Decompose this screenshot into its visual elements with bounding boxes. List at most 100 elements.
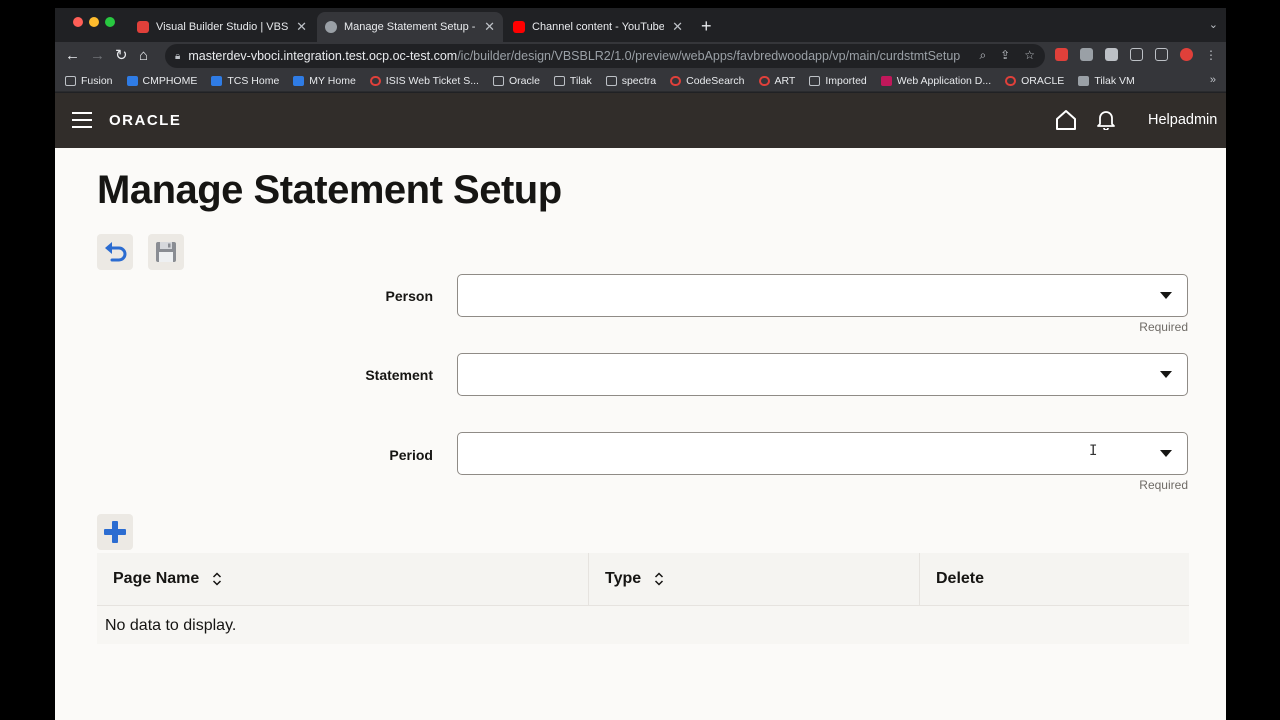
vm-icon xyxy=(1078,75,1090,86)
bookmarks-bar: Fusion CMPHOME TCS Home MY Home ISIS Web… xyxy=(55,70,1226,92)
folder-icon xyxy=(492,75,504,86)
table-empty-message: No data to display. xyxy=(97,606,1189,644)
user-name[interactable]: Helpadmin xyxy=(1148,112,1217,128)
bookmark[interactable]: MY Home xyxy=(293,75,356,87)
confluence-icon xyxy=(293,75,305,86)
period-required-hint: Required xyxy=(1139,478,1188,492)
oracle-icon xyxy=(137,21,149,33)
zoom-icon[interactable]: ⌕ xyxy=(979,48,986,63)
close-icon[interactable]: ✕ xyxy=(672,19,683,35)
person-select[interactable] xyxy=(457,274,1188,317)
youtube-icon xyxy=(513,21,525,33)
bookmark[interactable]: Imported xyxy=(809,75,867,87)
puzzle-icon[interactable] xyxy=(1105,48,1118,61)
star-icon[interactable]: ☆ xyxy=(1024,48,1035,63)
bookmark[interactable]: Tilak VM xyxy=(1078,75,1135,87)
share-icon[interactable]: ⇪ xyxy=(1000,48,1010,63)
lock-icon: 🔒︎ xyxy=(175,50,181,62)
jr-icon xyxy=(880,75,892,86)
sort-icon[interactable] xyxy=(212,572,222,586)
page-content: Manage Statement Setup Person Required S… xyxy=(55,148,1226,720)
chevron-down-icon[interactable] xyxy=(1160,292,1172,299)
cast-icon[interactable] xyxy=(1130,48,1143,61)
side-panel-icon[interactable] xyxy=(1155,48,1168,61)
app-header: ORACLE Helpadmin xyxy=(55,93,1226,148)
tab-strip: Visual Builder Studio | VBSBLR ✕ Manage … xyxy=(55,8,1226,42)
minimize-window-button[interactable] xyxy=(89,17,99,27)
folder-icon xyxy=(553,75,565,86)
sort-icon[interactable] xyxy=(654,572,664,586)
oracle-icon xyxy=(1005,75,1017,86)
bookmark[interactable]: spectra xyxy=(605,75,656,87)
bookmark[interactable]: Fusion xyxy=(65,75,113,87)
browser-tab-active[interactable]: Manage Statement Setup - Ora ✕ xyxy=(317,12,503,42)
bell-icon[interactable] xyxy=(1095,108,1117,130)
bookmark[interactable]: Tilak xyxy=(553,75,592,87)
hamburger-menu-icon[interactable] xyxy=(72,112,92,128)
reload-icon[interactable]: ↻ xyxy=(115,46,128,66)
bookmark[interactable]: CMPHOME xyxy=(126,75,197,87)
save-button[interactable] xyxy=(148,234,184,270)
extension-icon[interactable] xyxy=(1055,48,1068,61)
tab-label: Manage Statement Setup - Ora xyxy=(344,21,476,33)
close-icon[interactable]: ✕ xyxy=(484,19,495,35)
bookmark[interactable]: ISIS Web Ticket S... xyxy=(369,75,479,87)
browser-window: Visual Builder Studio | VBSBLR ✕ Manage … xyxy=(55,8,1226,720)
oracle-icon xyxy=(758,75,770,86)
browser-tab-vbs[interactable]: Visual Builder Studio | VBSBLR ✕ xyxy=(129,12,315,42)
folder-icon xyxy=(65,75,76,86)
browser-tab-youtube[interactable]: Channel content - YouTube Stu ✕ xyxy=(505,12,691,42)
profile-icon[interactable] xyxy=(1180,48,1193,61)
save-icon xyxy=(156,242,176,262)
oracle-icon xyxy=(670,75,682,86)
person-required-hint: Required xyxy=(1139,320,1188,334)
statement-table: Page Name Type Delete No data to display… xyxy=(97,553,1189,644)
forward-icon[interactable]: → xyxy=(90,46,105,66)
undo-button[interactable] xyxy=(97,234,133,270)
maximize-window-button[interactable] xyxy=(105,17,115,27)
address-bar[interactable]: 🔒︎ masterdev-vboci.integration.test.ocp.… xyxy=(165,44,1045,68)
page-title: Manage Statement Setup xyxy=(97,168,562,212)
add-row-button[interactable] xyxy=(97,514,133,550)
more-bookmarks-icon[interactable]: » xyxy=(1210,74,1216,86)
more-menu-icon[interactable]: ⋮ xyxy=(1205,48,1217,62)
statement-label: Statement xyxy=(365,367,433,383)
confluence-icon xyxy=(126,75,138,86)
bookmark[interactable]: ORACLE xyxy=(1005,75,1064,87)
period-select[interactable]: I xyxy=(457,432,1188,475)
confluence-icon xyxy=(211,75,223,86)
bookmark[interactable]: Oracle xyxy=(492,75,540,87)
undo-icon xyxy=(105,242,127,262)
url-path: /ic/builder/design/VBSBLR2/1.0/preview/w… xyxy=(457,49,961,63)
close-icon[interactable]: ✕ xyxy=(296,19,307,35)
home-icon[interactable]: ⌂ xyxy=(139,46,148,66)
text-cursor-icon: I xyxy=(1089,443,1098,459)
column-header-page-name[interactable]: Page Name xyxy=(97,553,589,605)
bookmark[interactable]: Web Application D... xyxy=(880,75,991,87)
tab-label: Channel content - YouTube Stu xyxy=(532,21,665,33)
tab-search-icon[interactable]: ⌄ xyxy=(1209,18,1218,31)
oracle-icon xyxy=(369,75,381,86)
table-header: Page Name Type Delete xyxy=(97,553,1189,606)
column-header-delete: Delete xyxy=(936,570,985,587)
statement-select[interactable] xyxy=(457,353,1188,396)
home-icon[interactable] xyxy=(1055,109,1077,131)
tab-label: Visual Builder Studio | VBSBLR xyxy=(156,21,289,33)
back-icon[interactable]: ← xyxy=(65,46,80,66)
plus-icon xyxy=(104,521,126,543)
bookmark[interactable]: CodeSearch xyxy=(670,75,745,87)
browser-toolbar: ← → ↻ ⌂ 🔒︎ masterdev-vboci.integration.t… xyxy=(55,42,1226,70)
extension-icon[interactable] xyxy=(1080,48,1093,61)
url-host: masterdev-vboci.integration.test.ocp.oc-… xyxy=(188,49,458,63)
bookmark[interactable]: TCS Home xyxy=(211,75,279,87)
folder-icon xyxy=(605,75,617,86)
bookmark[interactable]: ART xyxy=(758,75,795,87)
column-header-type[interactable]: Type xyxy=(589,553,920,605)
oracle-logo: ORACLE xyxy=(109,112,182,129)
close-window-button[interactable] xyxy=(73,17,83,27)
globe-icon xyxy=(325,21,337,33)
chevron-down-icon[interactable] xyxy=(1160,450,1172,457)
person-label: Person xyxy=(385,288,433,304)
new-tab-button[interactable]: + xyxy=(701,16,712,37)
chevron-down-icon[interactable] xyxy=(1160,371,1172,378)
